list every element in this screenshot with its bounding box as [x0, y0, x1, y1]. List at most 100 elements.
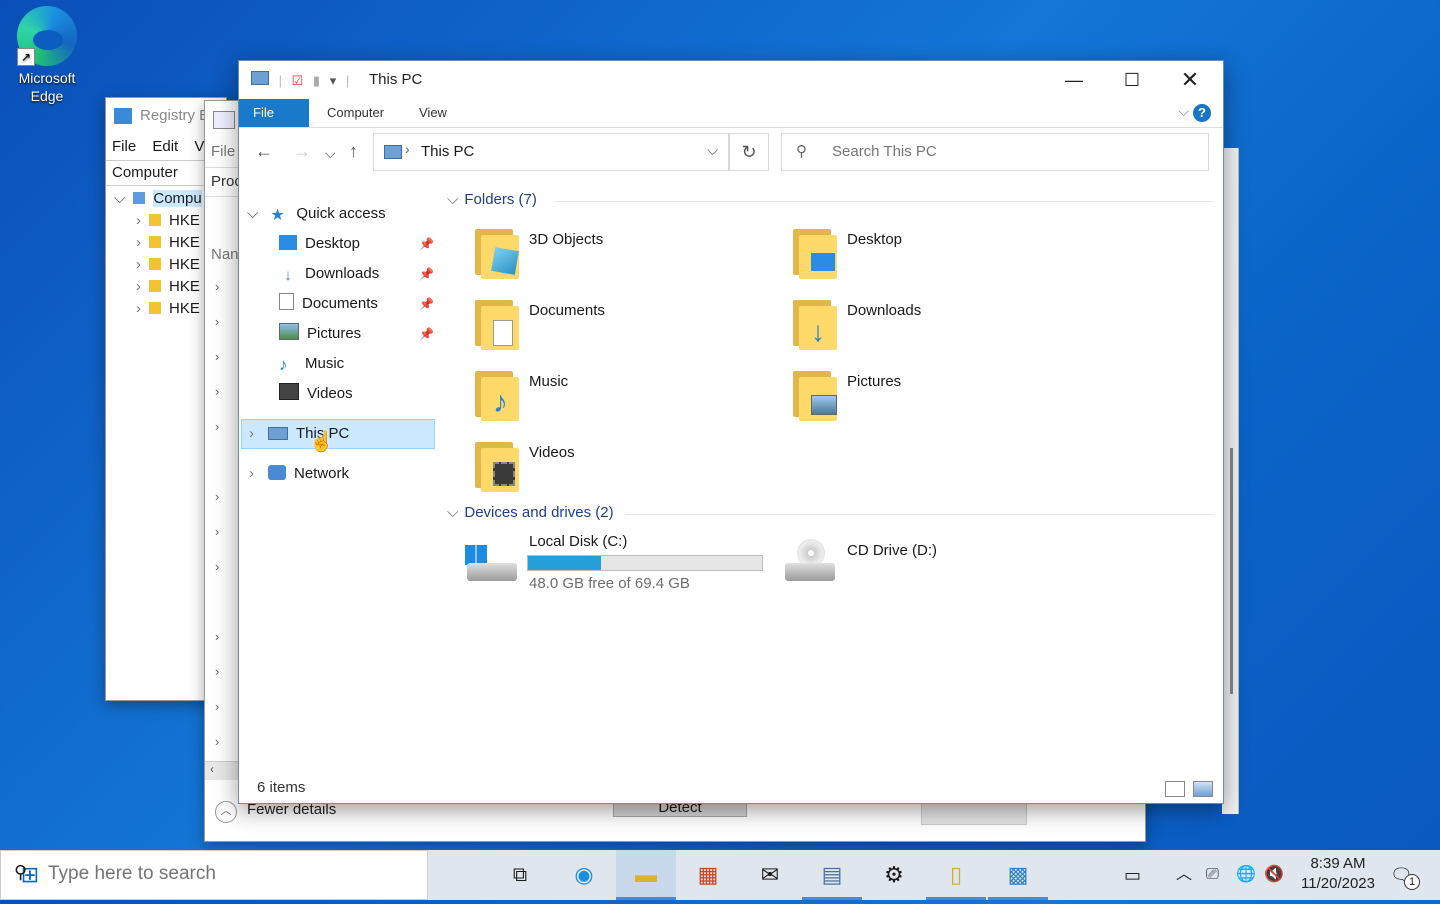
folder-music[interactable]: ♪ Music [473, 367, 773, 431]
expand-ribbon-icon[interactable]: ⌵ [1178, 103, 1189, 120]
drive-cd-d[interactable]: CD Drive (D:) [783, 531, 1083, 595]
mail-icon[interactable]: ✉ [740, 850, 800, 900]
news-widget-icon[interactable]: ▭ [1124, 850, 1141, 900]
nav-item-music[interactable]: ♪ Music [279, 349, 344, 379]
task-manager-taskbar-icon[interactable]: ▤ [802, 850, 862, 900]
chevron-right-icon[interactable]: › [249, 425, 254, 442]
ribbon-tabs: File Computer View ⌵ ? [239, 99, 1223, 128]
expand-chevron[interactable]: › [215, 559, 219, 574]
address-text[interactable]: This PC [421, 143, 474, 160]
chevron-right-icon[interactable]: › [249, 465, 254, 482]
properties-icon[interactable]: ☑ [292, 73, 304, 89]
folder-icon: ↓ [791, 296, 837, 352]
expand-chevron[interactable]: › [215, 734, 219, 749]
help-icon[interactable]: ? [1193, 104, 1211, 122]
expand-chevron[interactable]: › [215, 664, 219, 679]
taskbar: ⊞ ⚲ ⧉ ◉ ▬ ▦ ✉ ▤ ⚙ ▯ ▩ ▭ ︿ ⎚ 🌐 🔇 8:39 AM … [0, 850, 1440, 900]
fewer-details-button[interactable]: ︿ Fewer details [215, 801, 336, 823]
recent-locations-icon[interactable]: ⌵ [325, 145, 336, 162]
regedit-menu-file[interactable]: File [112, 138, 136, 155]
customize-dropdown-icon[interactable]: ▾ [330, 73, 337, 89]
scroll-left-icon[interactable]: ‹ [210, 762, 214, 776]
devices-section-header[interactable]: ⌵ Devices and drives (2) [447, 504, 1213, 521]
search-box[interactable]: ⚲ [781, 133, 1209, 171]
expand-chevron[interactable]: › [215, 279, 219, 294]
nav-item-videos[interactable]: Videos [279, 379, 353, 409]
network-globe-icon[interactable]: 🌐 [1236, 850, 1256, 900]
new-folder-icon[interactable]: ▮ [313, 73, 320, 89]
details-view-icon[interactable] [1165, 781, 1185, 797]
chevron-down-icon[interactable]: ⌵ [447, 504, 458, 521]
notification-center-icon[interactable]: 🗨 1 [1390, 850, 1420, 900]
clock[interactable]: 8:39 AM 11/20/2023 [1288, 854, 1388, 904]
address-bar[interactable]: › This PC ⌵ [373, 133, 729, 171]
drive-local-disk-c[interactable]: Local Disk (C:) 48.0 GB free of 69.4 GB [465, 531, 765, 595]
tab-file[interactable]: File [239, 99, 309, 127]
chevron-down-icon[interactable]: ⌵ [247, 205, 258, 222]
notepad-icon[interactable]: ▯ [926, 850, 986, 900]
registry-editor-taskbar-icon[interactable]: ▩ [988, 850, 1048, 900]
expand-chevron[interactable]: › [215, 489, 219, 504]
folder-label: Desktop [847, 231, 903, 248]
forward-icon[interactable]: → [293, 141, 311, 162]
regedit-root[interactable]: Compu [153, 190, 202, 207]
search-input[interactable] [830, 142, 1194, 161]
maximize-button[interactable]: ☐ [1103, 61, 1161, 99]
desktop-icon-edge[interactable]: ↗ Microsoft Edge [8, 6, 86, 106]
expand-chevron[interactable]: › [215, 314, 219, 329]
expand-chevron[interactable]: › [215, 419, 219, 434]
chevron-right-icon[interactable]: › [405, 141, 410, 157]
folder-documents[interactable]: Documents [473, 296, 773, 360]
chevron-down-icon[interactable]: ⌵ [447, 191, 458, 208]
nav-item-quick-access[interactable]: ⌵ ★ Quick access [247, 199, 386, 229]
nav-item-desktop[interactable]: Desktop 📌 [279, 229, 439, 259]
file-explorer-window[interactable]: | ☑ ▮ ▾ | This PC — ☐ ✕ File Computer Vi… [238, 60, 1224, 804]
show-hidden-icons-chevron-icon[interactable]: ︿ [1176, 850, 1192, 900]
nav-item-documents[interactable]: Documents 📌 [279, 289, 439, 319]
nav-item-pictures[interactable]: Pictures 📌 [279, 319, 439, 349]
nav-item-network[interactable]: › Network [249, 459, 349, 489]
expand-chevron[interactable]: › [215, 629, 219, 644]
column-name[interactable]: Nan [211, 246, 239, 263]
nav-item-downloads[interactable]: ↓ Downloads 📌 [279, 259, 439, 289]
folder-downloads[interactable]: ↓ Downloads [791, 296, 1091, 360]
computer-icon[interactable] [251, 71, 269, 85]
store-icon[interactable]: ▦ [678, 850, 738, 900]
folders-section-header[interactable]: ⌵ Folders (7) [447, 191, 1213, 208]
back-icon[interactable]: ← [255, 141, 273, 162]
minimize-button[interactable]: — [1045, 61, 1103, 99]
tab-view[interactable]: View [405, 99, 461, 127]
end-task-button[interactable] [921, 801, 1027, 825]
folder-videos[interactable]: Videos [473, 438, 773, 502]
folder-3d-objects[interactable]: 3D Objects [473, 225, 773, 289]
folder-icon [473, 225, 519, 281]
title-bar[interactable]: | ☑ ▮ ▾ | This PC — ☐ ✕ [239, 61, 1223, 99]
network-icon [268, 465, 286, 480]
refresh-icon[interactable]: ↻ [729, 133, 769, 171]
file-explorer-taskbar-icon[interactable]: ▬ [616, 850, 676, 900]
scrollbar-thumb[interactable] [1230, 448, 1233, 694]
large-icons-view-icon[interactable] [1193, 781, 1213, 797]
expand-chevron[interactable]: › [215, 384, 219, 399]
taskbar-search[interactable]: ⚲ [0, 850, 428, 900]
tab-computer[interactable]: Computer [313, 99, 398, 127]
address-dropdown-icon[interactable]: ⌵ [707, 142, 718, 159]
settings-gear-icon[interactable]: ⚙ [864, 850, 924, 900]
nav-item-this-pc[interactable]: › This PC [249, 419, 349, 449]
meet-now-icon[interactable]: ⎚ [1206, 850, 1219, 900]
horizontal-scrollbar[interactable]: ‹ [205, 761, 239, 780]
up-icon[interactable]: ↑ [349, 141, 358, 162]
expand-chevron[interactable]: › [215, 349, 219, 364]
regedit-menu-edit[interactable]: Edit [152, 138, 178, 155]
volume-muted-icon[interactable]: 🔇 [1264, 850, 1284, 900]
folder-pictures[interactable]: Pictures [791, 367, 1091, 431]
edge-taskbar-icon[interactable]: ◉ [554, 850, 614, 900]
folder-desktop[interactable]: Desktop [791, 225, 1091, 289]
taskmgr-menu-file[interactable]: File [211, 143, 235, 160]
expand-chevron[interactable]: › [215, 699, 219, 714]
expand-chevron[interactable]: › [215, 524, 219, 539]
close-button[interactable]: ✕ [1161, 61, 1219, 99]
taskbar-search-input[interactable] [46, 862, 410, 886]
regedit-title: Registry E [140, 107, 210, 124]
task-view-icon[interactable]: ⧉ [490, 850, 550, 900]
